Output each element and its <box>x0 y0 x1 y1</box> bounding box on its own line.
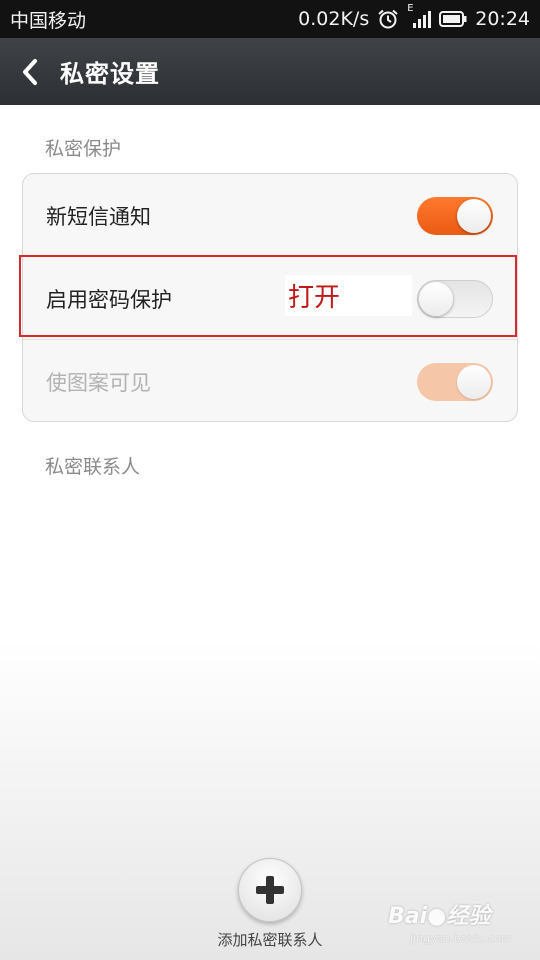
settings-row-pattern-visible: 使图案可见 <box>23 340 517 423</box>
section-header-privacy-protection: 私密保护 <box>45 138 122 160</box>
carrier-name: 中国移动 <box>10 9 87 32</box>
page-title: 私密设置 <box>60 60 160 88</box>
paw-icon: ●​ <box>427 904 447 929</box>
battery-icon <box>439 11 467 27</box>
toggle-knob <box>457 198 491 233</box>
new-sms-notification-toggle[interactable] <box>417 196 493 235</box>
status-bar: 中国移动 0.02K/s E 20:24 <box>0 0 540 38</box>
settings-row-new-sms-notification[interactable]: 新短信通知 <box>23 174 517 257</box>
back-button[interactable] <box>0 38 60 105</box>
baidu-jingyan-watermark: Bai●​经验 jingyan.baidu.com <box>388 898 538 954</box>
annotation-highlight-box <box>19 255 517 337</box>
back-chevron-icon <box>23 58 37 85</box>
pattern-visible-toggle <box>417 362 493 401</box>
title-bar: 私密设置 <box>0 38 540 105</box>
watermark-brand: Bai●​经验 <box>388 904 491 929</box>
watermark-site: jingyan.baidu.com <box>410 932 512 945</box>
add-private-contact-button[interactable] <box>238 858 302 922</box>
annotation-label: 打开 <box>285 275 412 316</box>
network-type: E <box>407 3 414 14</box>
status-icons: 0.02K/s E 20:24 <box>298 3 530 30</box>
clock: 20:24 <box>475 8 530 30</box>
section-header-private-contacts: 私密联系人 <box>45 456 141 478</box>
row-label: 使图案可见 <box>46 370 151 395</box>
signal-icon: E <box>407 3 432 29</box>
add-private-contact-label: 添加私密联系人 <box>217 931 323 949</box>
network-speed: 0.02K/s <box>298 8 370 30</box>
plus-icon <box>256 876 284 904</box>
row-label: 新短信通知 <box>46 204 151 229</box>
alarm-icon <box>377 9 399 29</box>
toggle-knob <box>457 364 491 399</box>
